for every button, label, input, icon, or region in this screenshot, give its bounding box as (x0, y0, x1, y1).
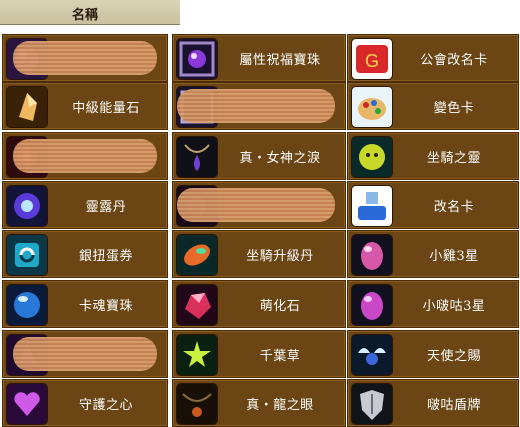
mount-pill-icon (176, 234, 218, 276)
redaction-scribble (177, 89, 335, 123)
item-name: 小雞3星 (429, 249, 479, 264)
item-row: 小啵咕3星 (347, 280, 519, 328)
shield-icon (351, 383, 393, 425)
redaction-scribble (13, 139, 157, 173)
item-row (172, 82, 346, 130)
item-name: 靈露丹 (85, 200, 127, 215)
item-name: 小啵咕3星 (422, 299, 486, 314)
item-row: 小雞3星 (347, 230, 519, 278)
blue-orb-icon (6, 185, 48, 227)
star-grass-icon (176, 334, 218, 376)
item-row (172, 181, 346, 229)
goddess-tear-icon (176, 136, 218, 178)
item-name: 銀扭蛋券 (78, 249, 133, 264)
item-row: 啵咕盾牌 (347, 379, 519, 427)
item-name: 變色卡 (433, 101, 475, 116)
item-name: 天使之賜 (426, 349, 481, 364)
item-row: 屬性祝福寶珠 (172, 34, 346, 82)
svg-text:G: G (365, 51, 379, 71)
item-row: 真・龍之眼 (172, 379, 346, 427)
item-row: G 公會改名卡 (347, 34, 519, 82)
item-row: 變色卡 (347, 82, 519, 130)
item-row: 改名卡 (347, 181, 519, 229)
guardian-heart-icon (6, 383, 48, 425)
chick-egg-icon (351, 234, 393, 276)
attribute-orb-icon (176, 38, 218, 80)
item-name: 萌化石 (259, 299, 301, 314)
item-row (2, 34, 168, 82)
item-row: 萌化石 (172, 280, 346, 328)
item-row: 守護之心 (2, 379, 168, 427)
redaction-scribble (13, 337, 157, 371)
item-row: 真・女神之淚 (172, 132, 346, 180)
item-name: 坐騎升級丹 (246, 249, 314, 264)
item-row (2, 330, 168, 378)
item-name: 改名卡 (433, 200, 475, 215)
item-name: 啵咕盾牌 (426, 398, 481, 413)
item-name: 屬性祝福寶珠 (239, 53, 321, 68)
card-orb-icon (6, 284, 48, 326)
palette-icon (351, 86, 393, 128)
guild-rename-card-icon: G (351, 38, 393, 80)
item-name: 公會改名卡 (420, 53, 488, 68)
item-row: 中級能量石 (2, 82, 168, 130)
angel-gift-icon (351, 334, 393, 376)
item-name: 守護之心 (78, 398, 133, 413)
item-name: 千葉草 (259, 349, 301, 364)
item-row: 坐騎升級丹 (172, 230, 346, 278)
column-header: 名稱 (0, 0, 180, 25)
crystal-icon (6, 86, 48, 128)
item-name: 真・女神之淚 (239, 151, 321, 166)
item-name: 卡魂寶珠 (78, 299, 133, 314)
item-name: 坐騎之靈 (426, 151, 481, 166)
item-row (2, 132, 168, 180)
dragon-eye-icon (176, 383, 218, 425)
rename-card-icon (351, 185, 393, 227)
column-header-title: 名稱 (72, 8, 99, 23)
cute-stone-icon (176, 284, 218, 326)
item-row: 千葉草 (172, 330, 346, 378)
item-row: 卡魂寶珠 (2, 280, 168, 328)
item-row: 銀扭蛋券 (2, 230, 168, 278)
redaction-scribble (177, 188, 335, 222)
cycle-ticket-icon (6, 234, 48, 276)
item-row: 天使之賜 (347, 330, 519, 378)
item-name: 真・龍之眼 (246, 398, 314, 413)
redaction-scribble (13, 41, 157, 75)
pink-egg-icon (351, 284, 393, 326)
item-row: 坐騎之靈 (347, 132, 519, 180)
item-name: 中級能量石 (72, 101, 140, 116)
item-row: 靈露丹 (2, 181, 168, 229)
mount-spirit-icon (351, 136, 393, 178)
